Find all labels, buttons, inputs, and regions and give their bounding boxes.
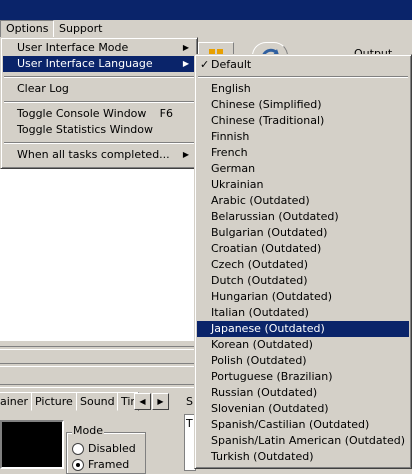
mode-disabled-radio[interactable]: Disabled <box>72 442 152 456</box>
tab-scroll-right-button[interactable]: ▶ <box>152 393 169 410</box>
menu-item-language[interactable]: Arabic (Outdated) <box>197 193 409 209</box>
menu-item-label: Arabic (Outdated) <box>211 194 310 207</box>
menu-item-label: Dutch (Outdated) <box>211 274 308 287</box>
menu-item-label: Finnish <box>211 130 250 143</box>
arrow-left-icon: ◀ <box>139 397 146 406</box>
menu-support[interactable]: Support <box>54 21 107 37</box>
menu-item-language[interactable]: Slovenian (Outdated) <box>197 401 409 417</box>
menu-item-language[interactable]: Belarussian (Outdated) <box>197 209 409 225</box>
menu-item-toggle-console[interactable]: Toggle Console Window F6 <box>3 106 195 122</box>
menu-item-label: Chinese (Simplified) <box>211 98 322 111</box>
menu-item-label: Italian (Outdated) <box>211 306 309 319</box>
menu-item-label: Korean (Outdated) <box>211 338 313 351</box>
menu-item-language[interactable]: Hungarian (Outdated) <box>197 289 409 305</box>
check-icon: ✓ <box>200 58 210 71</box>
menu-item-label: Japanese (Outdated) <box>211 322 325 335</box>
divider <box>0 363 196 367</box>
menu-item-label: Russian (Outdated) <box>211 386 318 399</box>
preview-panel <box>0 420 64 469</box>
tab-container[interactable]: ainer <box>0 392 33 411</box>
menu-item-label: German <box>211 162 256 175</box>
menu-item-label: Czech (Outdated) <box>211 258 309 271</box>
menu-separator <box>4 76 194 78</box>
menu-item-label: Polish (Outdated) <box>211 354 307 367</box>
title-bar <box>0 0 412 20</box>
tab-scroll-left-button[interactable]: ◀ <box>134 393 151 410</box>
mode-group-title: Mode <box>72 424 104 437</box>
radio-selected-icon <box>72 459 84 471</box>
menu-item-label: Turkish (Outdated) <box>211 450 314 463</box>
log-pane <box>0 168 196 341</box>
radio-icon <box>72 443 84 455</box>
menu-item-label: Slovenian (Outdated) <box>211 402 329 415</box>
menu-item-label: Spanish/Castilian (Outdated) <box>211 418 370 431</box>
menu-item-label: Hungarian (Outdated) <box>211 290 333 303</box>
language-menu: ✓ Default English Chinese (Simplified) Chi… <box>194 54 412 469</box>
menu-item-language[interactable]: Finnish <box>197 129 409 145</box>
menu-item-language[interactable]: German <box>197 161 409 177</box>
menu-item-language[interactable]: Bulgarian (Outdated) <box>197 225 409 241</box>
side-label: S <box>186 395 193 408</box>
menu-item-label: Portuguese (Brazilian) <box>211 370 333 383</box>
menu-options[interactable]: Options <box>0 20 55 38</box>
options-menu: User Interface Mode ▶ User Interface Lan… <box>0 37 198 169</box>
mode-framed-radio[interactable]: Framed <box>72 458 152 472</box>
menu-item-language[interactable]: Croatian (Outdated) <box>197 241 409 257</box>
menu-item-label: English <box>211 82 251 95</box>
menu-item-label: Bulgarian (Outdated) <box>211 226 328 239</box>
arrow-right-icon: ▶ <box>182 150 189 159</box>
menu-item-language[interactable]: Ukrainian <box>197 177 409 193</box>
menu-item-language[interactable]: Spanish/Latin American (Outdated) <box>197 433 409 449</box>
menu-item-language[interactable]: Chinese (Traditional) <box>197 113 409 129</box>
menu-separator <box>198 76 408 78</box>
side-field-text: T <box>186 417 193 430</box>
divider <box>0 384 196 388</box>
menu-item-toggle-stats[interactable]: Toggle Statistics Window <box>3 122 195 138</box>
menu-separator <box>4 142 194 144</box>
menu-bar: Options Support <box>0 20 412 38</box>
divider <box>0 346 196 350</box>
menu-item-language[interactable]: Spanish/Castilian (Outdated) <box>197 417 409 433</box>
menu-item-label: French <box>211 146 248 159</box>
menu-item-language[interactable]: Polish (Outdated) <box>197 353 409 369</box>
menu-item-when-all-done[interactable]: When all tasks completed... ▶ <box>3 147 195 163</box>
menu-item-label: Croatian (Outdated) <box>211 242 322 255</box>
tab-sound[interactable]: Sound <box>76 392 119 411</box>
menu-item-language[interactable]: English <box>197 81 409 97</box>
menu-item-language[interactable]: Korean (Outdated) <box>197 337 409 353</box>
menu-item-language[interactable]: Italian (Outdated) <box>197 305 409 321</box>
menu-item-language[interactable]: Russian (Outdated) <box>197 385 409 401</box>
menu-item-language[interactable]: Dutch (Outdated) <box>197 273 409 289</box>
menu-item-label: Chinese (Traditional) <box>211 114 325 127</box>
tab-picture[interactable]: Picture <box>31 392 77 411</box>
menu-item-clear-log[interactable]: Clear Log <box>3 81 195 97</box>
arrow-right-icon: ▶ <box>182 43 189 52</box>
menu-item-language[interactable]: Chinese (Simplified) <box>197 97 409 113</box>
menu-item-language-default[interactable]: ✓ Default <box>197 57 409 73</box>
menu-item-language[interactable]: Portuguese (Brazilian) <box>197 369 409 385</box>
radio-label: Disabled <box>88 442 136 455</box>
arrow-right-icon: ▶ <box>182 59 189 68</box>
menu-item-language[interactable]: Turkish (Outdated) <box>197 449 409 465</box>
menu-item-language[interactable]: Japanese (Outdated) <box>197 321 409 337</box>
menu-separator <box>4 101 194 103</box>
menu-item-ui-mode[interactable]: User Interface Mode ▶ <box>3 40 195 56</box>
menu-item-language[interactable]: Czech (Outdated) <box>197 257 409 273</box>
menu-item-label: Spanish/Latin American (Outdated) <box>211 434 406 447</box>
arrow-right-icon: ▶ <box>157 397 164 406</box>
menu-item-language[interactable]: French <box>197 145 409 161</box>
menu-item-label: Belarussian (Outdated) <box>211 210 339 223</box>
menu-item-ui-language[interactable]: User Interface Language ▶ <box>3 56 195 72</box>
tab-strip: ainer Picture Sound Tir ◀ ▶ <box>0 392 176 411</box>
menu-item-label: Ukrainian <box>211 178 264 191</box>
radio-label: Framed <box>88 458 130 471</box>
